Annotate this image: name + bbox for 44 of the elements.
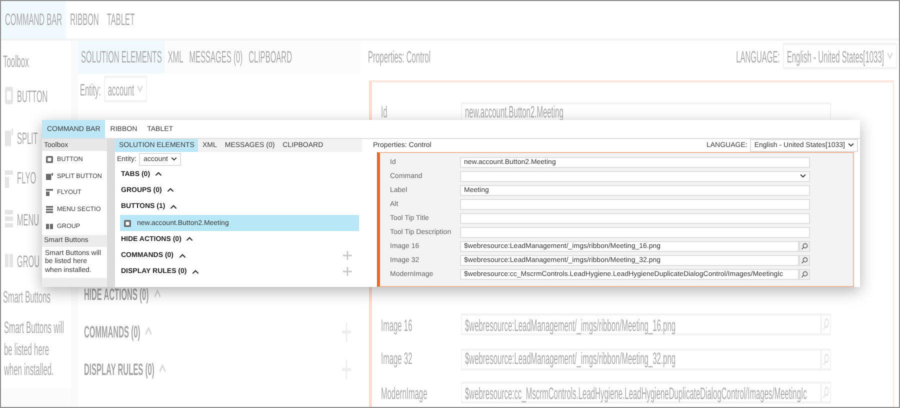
panel-background bbox=[42, 278, 107, 287]
text-field[interactable] bbox=[460, 212, 810, 224]
toolbox-item-icon bbox=[5, 88, 13, 106]
add-icon[interactable] bbox=[343, 251, 352, 260]
search-icon bbox=[801, 256, 808, 264]
toolbox-item-icon bbox=[46, 172, 53, 180]
chevron-icon bbox=[170, 157, 177, 161]
panel-title: Toolbox bbox=[3, 50, 29, 70]
search-button[interactable] bbox=[799, 268, 810, 280]
section-title: DISPLAY RULES (0) bbox=[84, 360, 154, 380]
field-label: ModernImage bbox=[381, 383, 428, 404]
search-button[interactable] bbox=[799, 254, 810, 266]
field-label: Image 16 bbox=[381, 315, 414, 335]
chevron-icon bbox=[800, 174, 806, 178]
dropdown-field[interactable] bbox=[460, 170, 810, 182]
section-title: COMMANDS (0) bbox=[84, 322, 140, 342]
search-icon bbox=[801, 242, 808, 250]
search-icon bbox=[823, 352, 829, 366]
text-field[interactable] bbox=[460, 226, 810, 238]
chevron-icon bbox=[137, 85, 144, 93]
toolbox-item-icon bbox=[46, 189, 53, 196]
text-field[interactable] bbox=[460, 198, 810, 210]
toolbox-item-icon bbox=[46, 156, 53, 163]
chevron-icon bbox=[848, 143, 854, 147]
toolbox-item-icon bbox=[5, 210, 13, 228]
entity-label: Entity: bbox=[80, 79, 101, 99]
toolbox-item-icon bbox=[5, 252, 13, 270]
search-icon bbox=[823, 318, 829, 332]
field-label: Image 32 bbox=[381, 349, 414, 369]
panel-title: Smart Buttons bbox=[3, 286, 51, 307]
section-title: HIDE ACTIONS (0) bbox=[84, 284, 149, 305]
search-icon bbox=[801, 270, 808, 278]
search-button[interactable] bbox=[799, 240, 810, 252]
chevron-icon bbox=[887, 52, 893, 60]
toolbox-item-icon bbox=[46, 223, 53, 230]
toolbox-item-icon bbox=[46, 206, 53, 214]
add-icon[interactable] bbox=[343, 267, 352, 276]
language-label: LANGUAGE: bbox=[736, 46, 780, 66]
field-label: Id bbox=[381, 102, 388, 123]
toolbox-item-icon bbox=[124, 220, 131, 227]
search-icon bbox=[823, 386, 829, 400]
toolbox-item-icon bbox=[5, 170, 13, 188]
toolbox-item-icon bbox=[5, 128, 13, 146]
panel-title: Properties: Control bbox=[368, 46, 431, 66]
